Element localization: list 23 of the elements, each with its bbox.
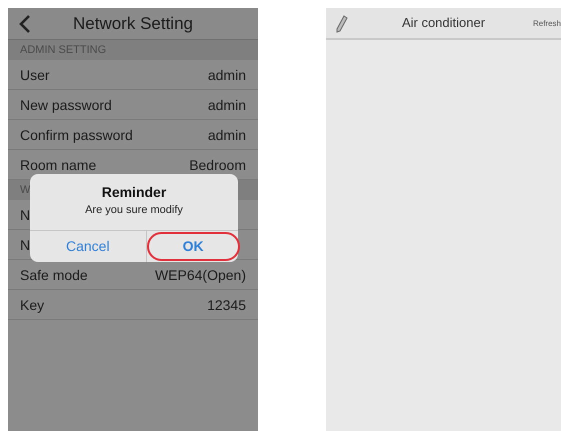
setting-value: 12345 [207,296,246,312]
setting-label: User [20,66,50,82]
screen-title: Air conditioner [402,14,486,32]
pencil-icon[interactable] [336,15,348,33]
dialog-title: Reminder [100,184,168,200]
setting-label: Confirm password [20,126,133,142]
screen-title: Network Setting [73,12,193,35]
setting-label: Room name [20,156,96,172]
setting-label: Safe mode [20,266,88,282]
setting-value: admin [208,126,246,142]
setting-value: admin [208,66,246,82]
setting-label: Key [20,296,44,312]
dialog-button[interactable]: OK [146,231,240,262]
back-icon[interactable] [18,14,32,34]
dialog-message: Are you sure modify [84,204,184,217]
setting-value: admin [208,96,246,112]
setting-label: N [20,236,30,252]
dialog-button[interactable]: Cancel [30,231,146,262]
setting-label: N [20,206,30,222]
setting-label: New password [20,96,112,112]
refresh-button[interactable]: Refresh [532,18,561,30]
setting-value: Bedroom [189,156,246,172]
setting-value: WEP64(Open) [154,266,246,282]
